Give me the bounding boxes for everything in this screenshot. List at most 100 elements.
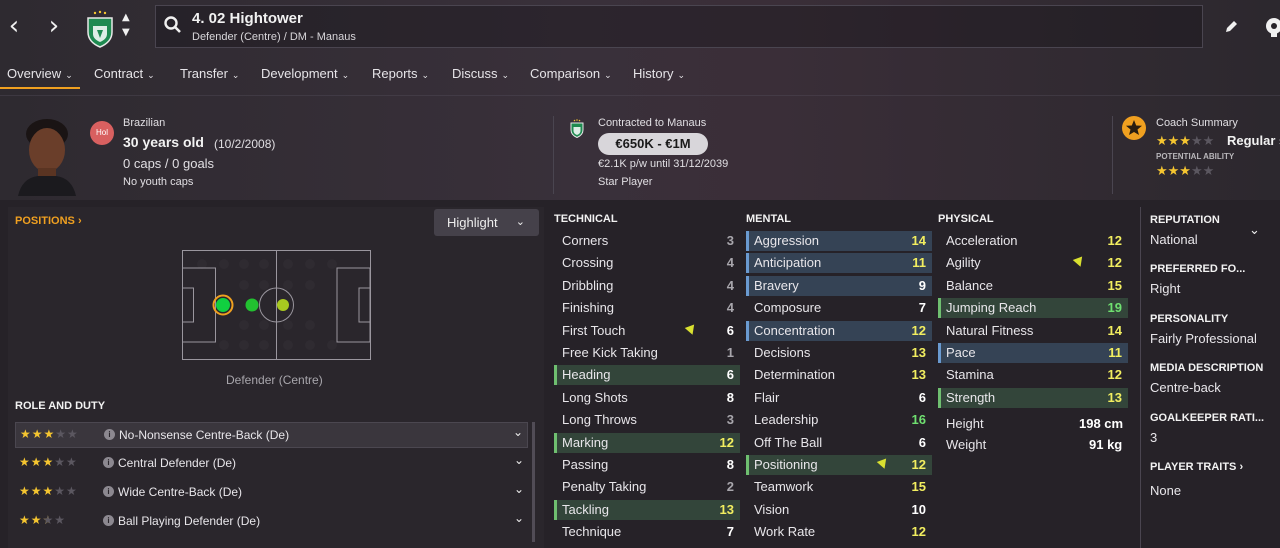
attribute-name: Strength: [946, 389, 996, 405]
role-label: No-Nonsense Centre-Back (De): [119, 428, 290, 442]
attribute-row[interactable]: Long Shots 8: [554, 388, 740, 408]
attribute-row[interactable]: Free Kick Taking 1: [554, 343, 740, 363]
attribute-row[interactable]: Natural Fitness 14: [938, 321, 1128, 341]
attribute-row[interactable]: Passing 8: [554, 455, 740, 475]
football-icon[interactable]: [1264, 16, 1280, 38]
menu-reports[interactable]: Reports ⌄: [372, 66, 429, 81]
attribute-row[interactable]: First Touch 6: [554, 321, 740, 341]
menu-contract[interactable]: Contract ⌄: [94, 66, 155, 81]
attribute-name: Natural Fitness: [946, 322, 1034, 338]
attribute-row[interactable]: Teamwork 15: [746, 477, 932, 497]
attribute-progress-arrow-icon: [684, 324, 698, 337]
attribute-row[interactable]: Anticipation 11: [746, 253, 932, 274]
chevron-left-icon[interactable]: ‹: [0, 8, 28, 44]
attribute-row[interactable]: Jumping Reach 19: [938, 298, 1128, 319]
attribute-row[interactable]: Crossing 4: [554, 253, 740, 273]
attribute-row[interactable]: Heading 6: [554, 365, 740, 386]
pitch-diagram[interactable]: [182, 250, 371, 360]
chevron-down-icon[interactable]: ⌄: [514, 453, 524, 467]
roles-scrollbar[interactable]: [532, 422, 535, 542]
search-icon[interactable]: [164, 16, 182, 34]
chevron-down-icon[interactable]: ▼: [122, 27, 130, 38]
menu-overview[interactable]: Overview ⌄: [7, 66, 73, 81]
attribute-value: 7: [726, 524, 734, 540]
attribute-row[interactable]: Balance 15: [938, 276, 1128, 296]
wage-info: €2.1K p/w until 31/12/2039: [598, 158, 729, 170]
weight-label: Weight: [946, 437, 987, 452]
club-crest-small-icon[interactable]: [568, 116, 586, 140]
attribute-row[interactable]: Bravery 9: [746, 275, 932, 296]
coach-summary-heading: Coach Summary: [1156, 117, 1238, 129]
role-row[interactable]: ★★★★★ i No-Nonsense Centre-Back (De) ⌄: [15, 422, 528, 448]
attribute-row[interactable]: Concentration 12: [746, 320, 932, 341]
attribute-row[interactable]: Determination 13: [746, 365, 932, 385]
attribute-row[interactable]: Flair 6: [746, 388, 932, 408]
menu-development[interactable]: Development ⌄: [261, 66, 349, 81]
chevron-down-icon[interactable]: ⌄: [514, 482, 524, 496]
chevron-down-icon[interactable]: ⌄: [513, 425, 523, 439]
attribute-row[interactable]: Acceleration 12: [938, 231, 1128, 251]
role-row[interactable]: ★★★★★ i Wide Centre-Back (De) ⌄: [15, 480, 528, 506]
chevron-right-icon[interactable]: ›: [40, 8, 68, 44]
attribute-value: 12: [911, 322, 926, 338]
menu-history[interactable]: History ⌄: [633, 66, 685, 81]
attribute-value: 12: [719, 434, 734, 450]
attribute-row[interactable]: Corners 3: [554, 231, 740, 251]
attribute-value: 13: [911, 367, 926, 383]
attribute-row[interactable]: Positioning 12: [746, 455, 932, 475]
menu-comparison[interactable]: Comparison ⌄: [530, 66, 612, 81]
menu-transfer[interactable]: Transfer ⌄: [180, 66, 239, 81]
attribute-name: Technique: [562, 524, 622, 540]
attribute-row[interactable]: Dribbling 4: [554, 276, 740, 296]
role-row[interactable]: ★★★★★ i Central Defender (De) ⌄: [15, 451, 528, 477]
attribute-row[interactable]: Marking 12: [554, 432, 740, 453]
chevron-down-icon[interactable]: ⌄: [514, 511, 524, 525]
club-crest-icon[interactable]: [82, 8, 118, 48]
info-icon[interactable]: i: [103, 457, 114, 468]
attribute-row[interactable]: Work Rate 12: [746, 522, 932, 542]
attribute-value: 13: [719, 501, 734, 517]
attribute-row[interactable]: Strength 13: [938, 387, 1128, 408]
attribute-row[interactable]: Long Throws 3: [554, 410, 740, 430]
divider: [1140, 207, 1141, 548]
media-description-value: Centre-back: [1150, 380, 1221, 395]
attribute-name: Concentration: [754, 322, 835, 338]
current-ability-stars: ★★★★★: [1156, 134, 1215, 149]
chevron-down-icon[interactable]: ⌄: [1249, 222, 1260, 238]
info-icon[interactable]: i: [103, 486, 114, 497]
attribute-row[interactable]: Stamina 12: [938, 365, 1128, 385]
chevron-up-icon[interactable]: ▲: [122, 12, 130, 23]
info-icon[interactable]: i: [103, 515, 114, 526]
attribute-value: 11: [912, 255, 926, 271]
attribute-row[interactable]: Composure 7: [746, 298, 932, 318]
attribute-row[interactable]: Off The Ball 6: [746, 433, 932, 453]
highlight-dropdown[interactable]: Highlight ⌄: [434, 209, 539, 236]
attribute-row[interactable]: Technique 7: [554, 522, 740, 542]
attribute-row[interactable]: Decisions 13: [746, 343, 932, 363]
positions-heading[interactable]: POSITIONS ›: [15, 215, 82, 227]
attribute-value: 8: [726, 389, 734, 405]
reputation-heading: REPUTATION: [1150, 214, 1220, 226]
attribute-row[interactable]: Aggression 14: [746, 231, 932, 251]
nationality-badge[interactable]: Hol: [90, 121, 114, 145]
attribute-row[interactable]: Finishing 4: [554, 298, 740, 318]
nationality[interactable]: Brazilian: [123, 117, 165, 129]
player-traits-heading[interactable]: PLAYER TRAITS ›: [1150, 461, 1243, 473]
attribute-row[interactable]: Tackling 13: [554, 499, 740, 520]
attribute-row[interactable]: Vision 10: [746, 500, 932, 520]
menu-discuss[interactable]: Discuss ⌄: [452, 66, 509, 81]
attribute-value: 4: [726, 277, 734, 293]
pencil-icon[interactable]: [1223, 19, 1239, 35]
role-row[interactable]: ★★★★★ i Ball Playing Defender (De) ⌄: [15, 509, 528, 535]
attribute-value: 8: [726, 457, 734, 472]
coach-star-icon: [1122, 116, 1146, 140]
info-icon[interactable]: i: [104, 429, 115, 440]
height-label: Height: [946, 416, 984, 431]
transfer-value[interactable]: €650K - €1M: [598, 133, 708, 155]
attribute-row[interactable]: Penalty Taking 2: [554, 477, 740, 497]
attribute-value: 3: [726, 412, 734, 428]
accomplished-position-marker: [245, 298, 259, 312]
attribute-row[interactable]: Pace 11: [938, 343, 1128, 363]
attribute-row[interactable]: Agility 12: [938, 253, 1128, 273]
attribute-row[interactable]: Leadership 16: [746, 410, 932, 430]
